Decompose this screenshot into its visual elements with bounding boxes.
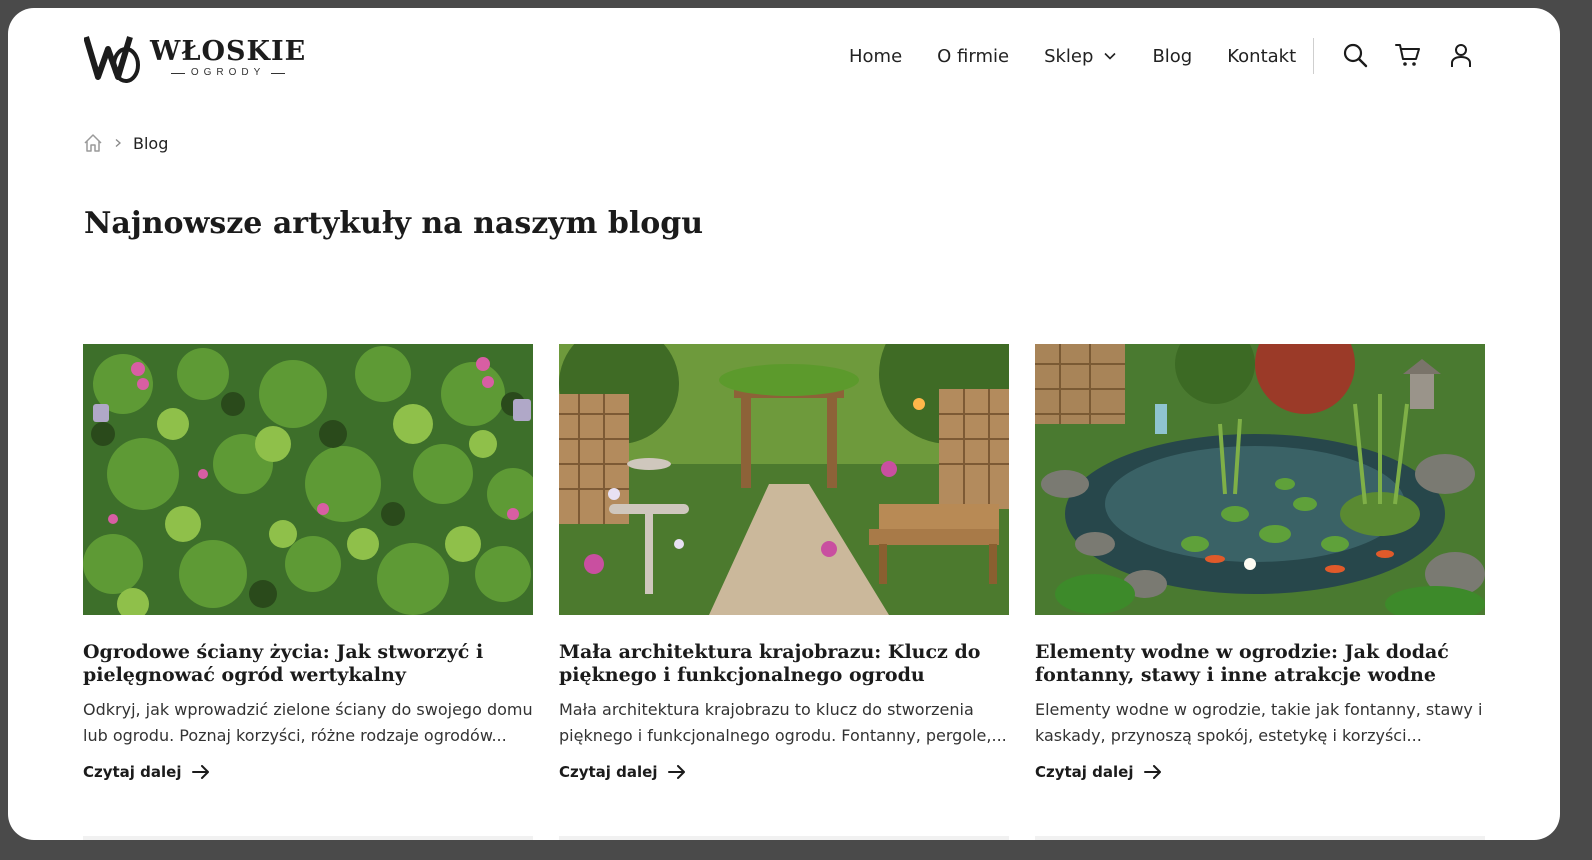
search-icon[interactable] — [1342, 42, 1368, 68]
next-card-edge — [83, 836, 533, 840]
nav-home[interactable]: Home — [849, 46, 902, 67]
breadcrumb-current: Blog — [133, 133, 169, 153]
arrow-right-icon — [667, 765, 685, 779]
article-excerpt: Odkryj, jak wprowadzić zielone ściany do… — [83, 700, 533, 745]
read-more-link[interactable]: Czytaj dalej — [83, 763, 533, 781]
cart-icon[interactable] — [1395, 42, 1421, 68]
page-title: Najnowsze artykuły na naszym blogu — [84, 206, 704, 241]
nav-o-firmie[interactable]: O firmie — [937, 46, 1009, 67]
browser-page: WŁOSKIE OGRODY Home O firmie Sklep Blog … — [8, 8, 1560, 840]
breadcrumb: Blog — [83, 132, 168, 154]
home-icon[interactable] — [83, 133, 103, 153]
next-card-edge — [559, 836, 1009, 840]
nav-kontakt[interactable]: Kontakt — [1227, 46, 1296, 67]
article-title[interactable]: Ogrodowe ściany życia: Jak stworzyć i pi… — [83, 641, 533, 687]
article-excerpt: Mała architektura krajobrazu to klucz do… — [559, 700, 1007, 745]
read-more-link[interactable]: Czytaj dalej — [1035, 763, 1485, 781]
nav-sklep[interactable]: Sklep — [1044, 46, 1117, 67]
read-more-label: Czytaj dalej — [1035, 763, 1134, 781]
main-nav: Home O firmie Sklep Blog Kontakt — [849, 44, 1296, 68]
nav-sklep-label: Sklep — [1044, 45, 1094, 67]
article-image-water-garden[interactable] — [1035, 344, 1485, 615]
nav-blog[interactable]: Blog — [1152, 46, 1192, 67]
read-more-link[interactable]: Czytaj dalej — [559, 763, 1009, 781]
site-logo[interactable]: WŁOSKIE OGRODY — [84, 30, 306, 86]
article-card: Mała architektura krajobrazu: Klucz do p… — [559, 344, 1009, 781]
nav-divider — [1313, 38, 1314, 74]
chevron-right-icon — [115, 139, 121, 147]
chevron-down-icon — [1104, 52, 1117, 60]
logo-name: WŁOSKIE — [150, 36, 307, 67]
article-image-vertical-garden[interactable] — [83, 344, 533, 615]
read-more-label: Czytaj dalej — [83, 763, 182, 781]
logo-subtitle: OGRODY — [190, 67, 266, 78]
article-title[interactable]: Mała architektura krajobrazu: Klucz do p… — [559, 641, 1009, 687]
user-icon[interactable] — [1448, 42, 1474, 68]
next-card-edge — [1035, 836, 1485, 840]
arrow-right-icon — [191, 765, 209, 779]
article-title[interactable]: Elementy wodne w ogrodzie: Jak dodać fon… — [1035, 641, 1485, 687]
article-image-garden-architecture[interactable] — [559, 344, 1009, 615]
article-card: Elementy wodne w ogrodzie: Jak dodać fon… — [1035, 344, 1485, 781]
logo-monogram-icon — [84, 36, 140, 83]
read-more-label: Czytaj dalej — [559, 763, 658, 781]
article-card: Ogrodowe ściany życia: Jak stworzyć i pi… — [83, 344, 533, 781]
arrow-right-icon — [1143, 765, 1161, 779]
article-excerpt: Elementy wodne w ogrodzie, takie jak fon… — [1035, 700, 1483, 745]
